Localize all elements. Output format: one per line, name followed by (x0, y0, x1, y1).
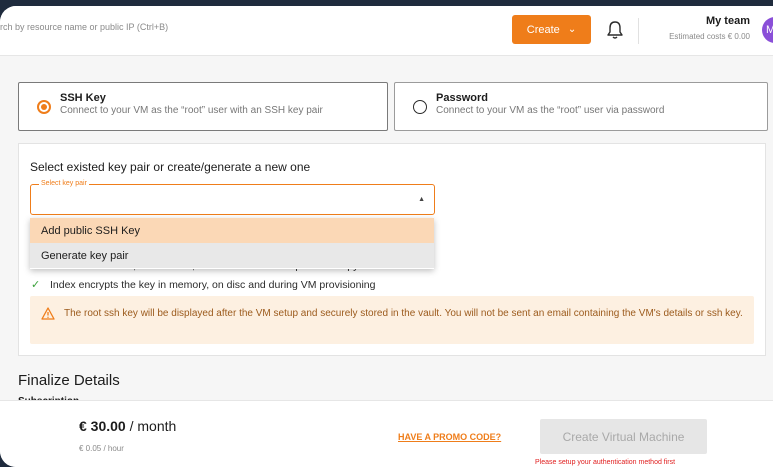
radio-unselected-icon[interactable] (413, 100, 427, 114)
warning-icon (41, 307, 55, 320)
hourly-price: € 0.05 / hour (79, 444, 124, 453)
key-pair-heading: Select existed key pair or create/genera… (30, 160, 311, 174)
create-button-label: Create (526, 23, 560, 36)
auth-option-title: Password (436, 92, 488, 104)
estimated-costs: Estimated costs € 0.00 (669, 32, 750, 41)
warning-box: The root ssh key will be displayed after… (30, 296, 754, 344)
chevron-down-icon: ⌄ (567, 23, 577, 35)
key-pair-dropdown: Add public SSH Key Generate key pair (30, 218, 434, 269)
feature-check-text: Index encrypts the key in memory, on dis… (50, 278, 376, 291)
create-virtual-machine-button[interactable]: Create Virtual Machine (540, 419, 707, 454)
promo-code-link[interactable]: HAVE A PROMO CODE? (398, 432, 501, 442)
checkmark-icon: ✓ (31, 279, 41, 291)
monthly-price: € 30.00 / month (79, 418, 176, 434)
auth-option-description: Connect to your VM as the “root” user wi… (60, 105, 323, 116)
warning-text: The root ssh key will be displayed after… (64, 308, 743, 319)
auth-option-ssh-key[interactable]: SSH Key Connect to your VM as the “root”… (18, 82, 388, 131)
create-button[interactable]: Create ⌄ (512, 15, 591, 44)
price-amount: € 30.00 (79, 418, 126, 434)
auth-option-title: SSH Key (60, 92, 106, 104)
key-pair-select[interactable]: Select key pair ▲ (30, 179, 435, 215)
dropdown-item-add-public-ssh-key[interactable]: Add public SSH Key (30, 218, 434, 243)
app-window: rch by resource name or public IP (Ctrl+… (0, 6, 773, 467)
top-bar: rch by resource name or public IP (Ctrl+… (0, 6, 773, 56)
bell-icon[interactable] (605, 19, 625, 41)
team-name[interactable]: My team (706, 15, 750, 27)
caret-up-icon[interactable]: ▲ (418, 196, 425, 203)
finalize-details-heading: Finalize Details (18, 372, 120, 389)
radio-selected-icon[interactable] (37, 100, 51, 114)
checkout-footer: € 30.00 / month € 0.05 / hour HAVE A PRO… (0, 400, 773, 467)
feature-check-item: ✓ Index encrypts the key in memory, on d… (31, 278, 376, 292)
auth-option-password[interactable]: Password Connect to your VM as the “root… (394, 82, 768, 131)
select-label: Select key pair (39, 179, 89, 189)
search-input[interactable]: rch by resource name or public IP (Ctrl+… (0, 22, 168, 32)
dropdown-item-generate-key-pair[interactable]: Generate key pair (30, 243, 434, 268)
auth-option-description: Connect to your VM as the “root” user vi… (436, 105, 665, 116)
avatar[interactable]: M (762, 17, 773, 43)
header-divider (638, 18, 639, 44)
create-vm-hint: Please setup your authentication method … (535, 459, 676, 466)
price-unit: / month (125, 418, 177, 434)
